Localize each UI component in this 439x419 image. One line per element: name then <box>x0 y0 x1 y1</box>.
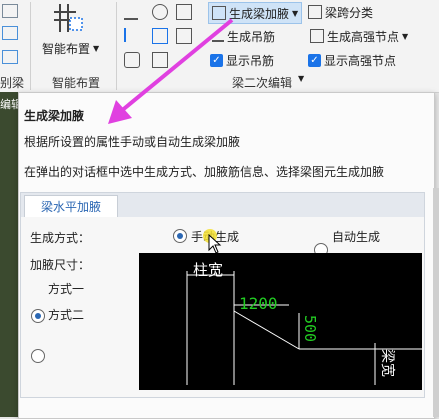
mouse-cursor-icon <box>208 234 222 254</box>
pointer-arrow-icon <box>108 18 234 124</box>
scrollbar[interactable] <box>433 188 439 417</box>
